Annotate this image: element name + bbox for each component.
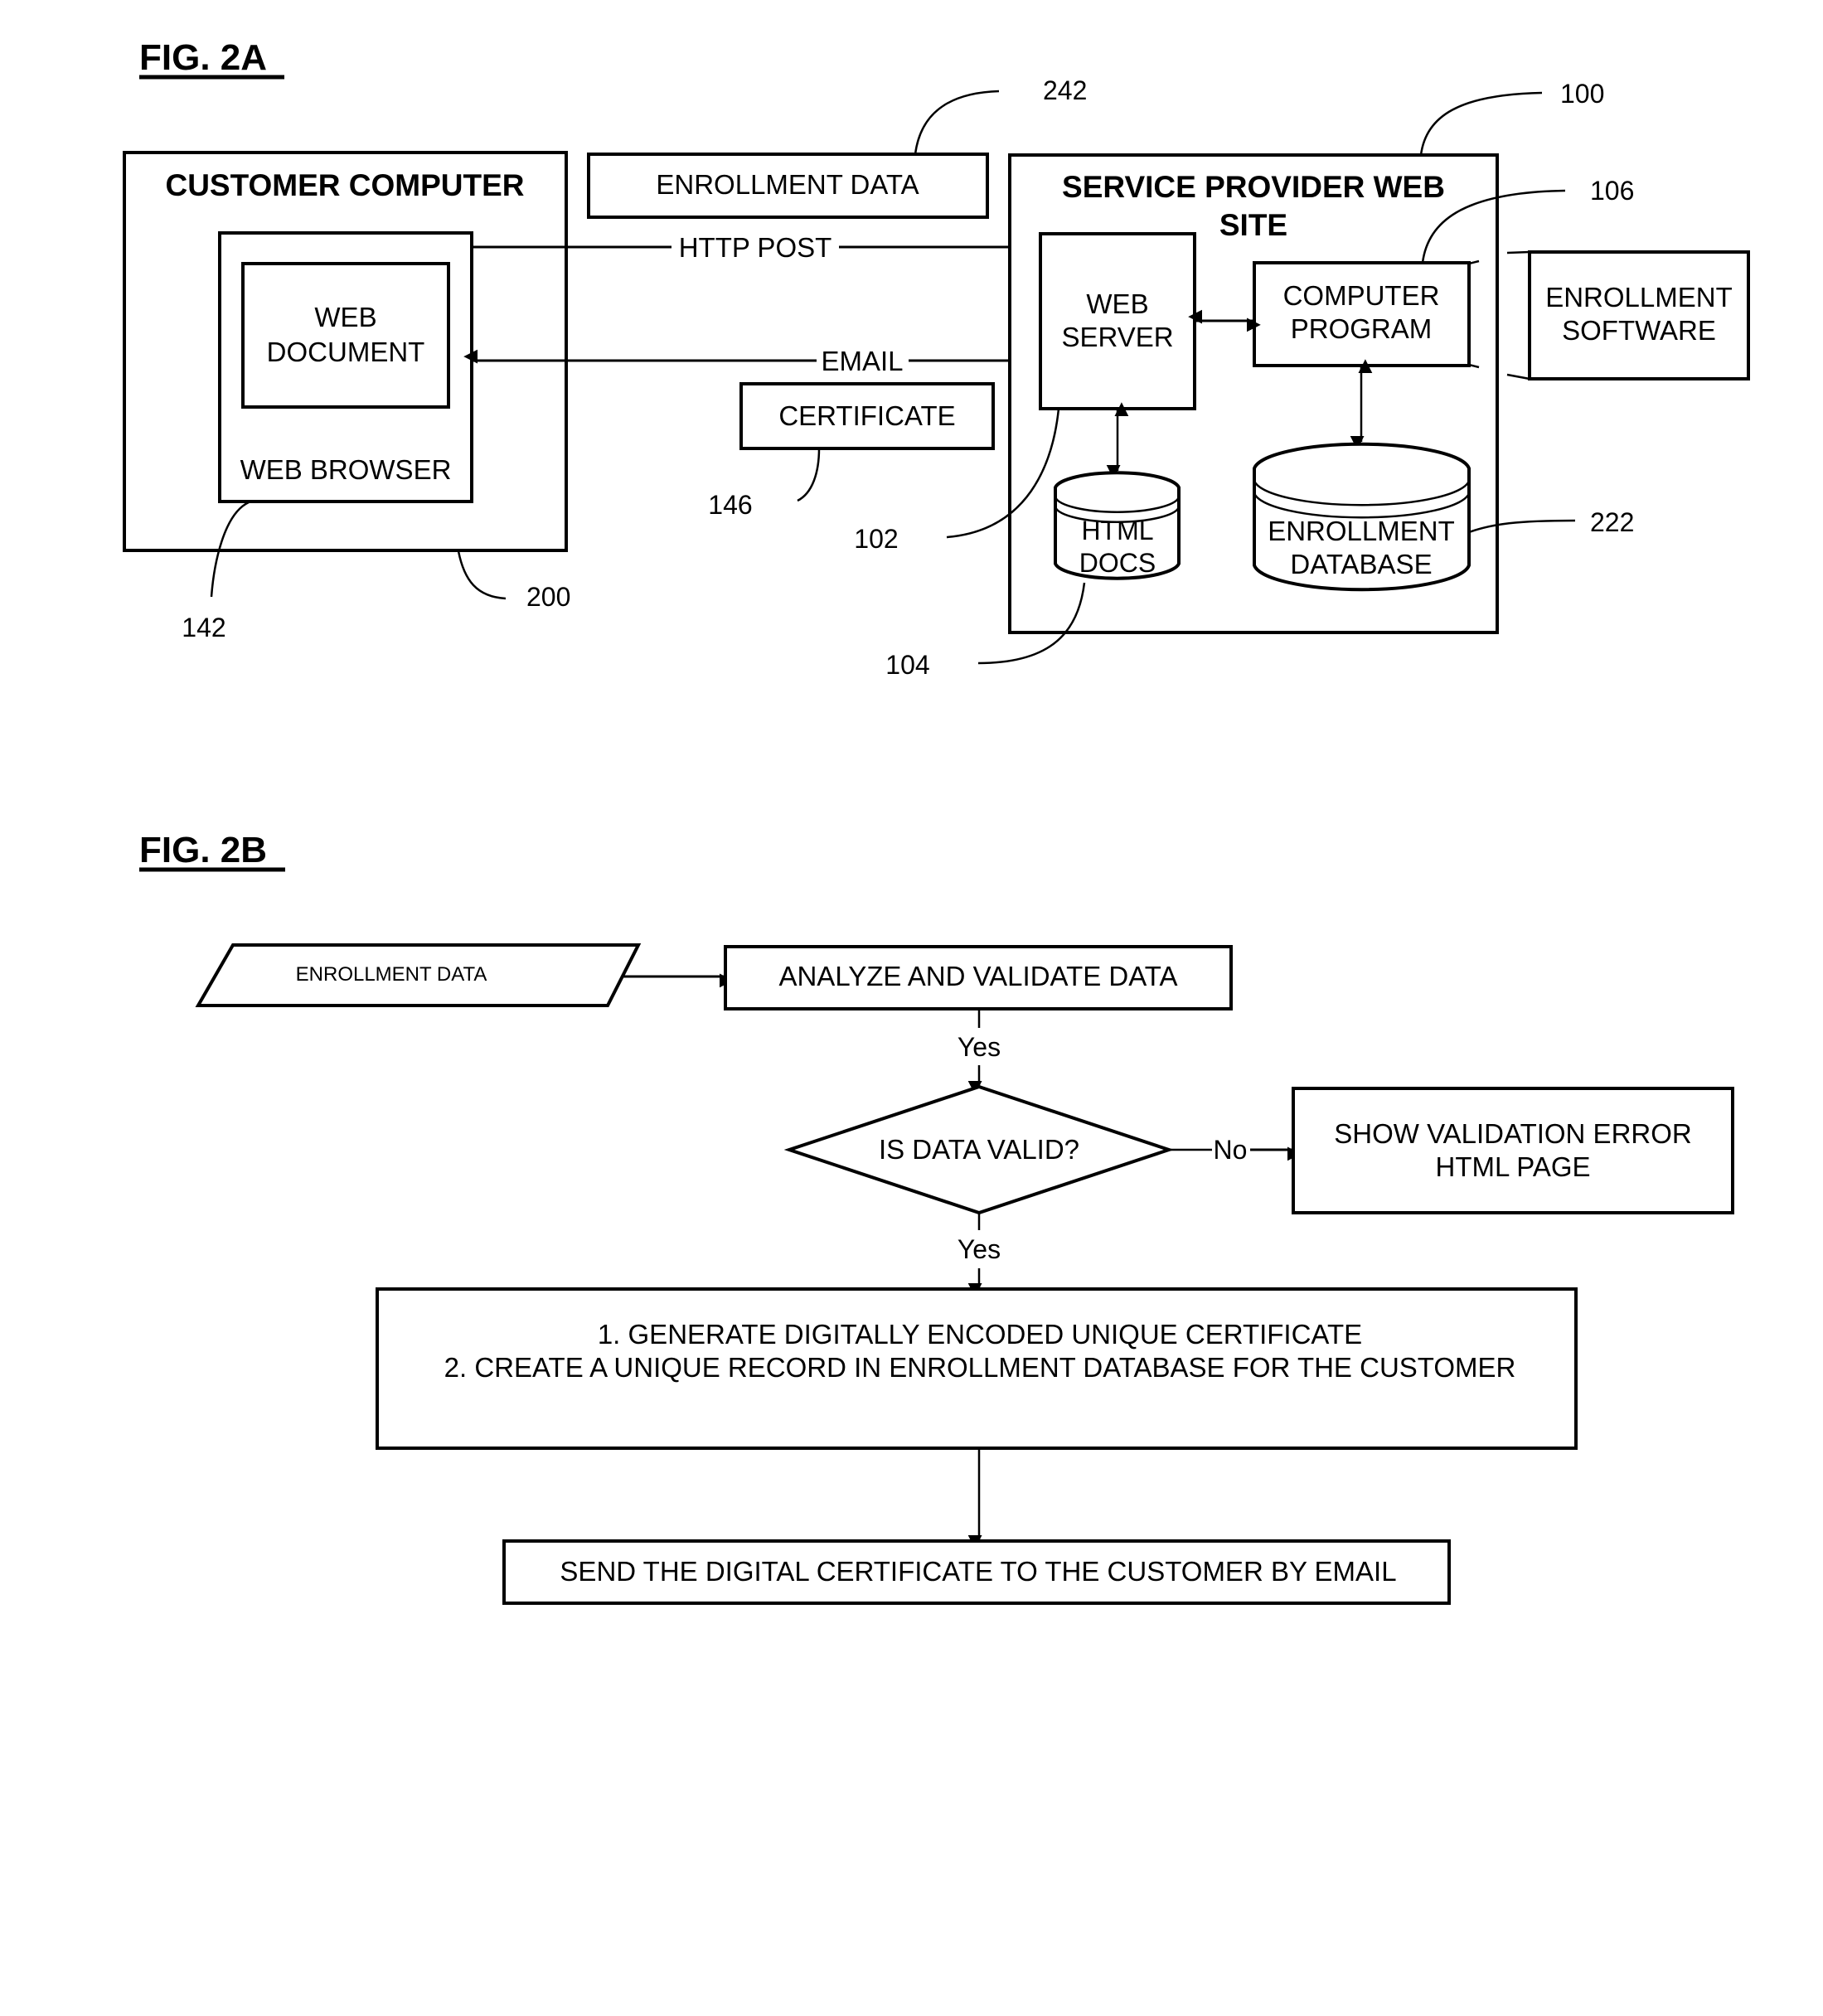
web-server-label-line1: WEB [1086, 288, 1148, 319]
ref-200: 200 [526, 582, 570, 612]
customer-computer-block: CUSTOMER COMPUTER WEB BROWSER WEB DOCUME… [123, 151, 568, 552]
certificate-label: CERTIFICATE [778, 400, 955, 431]
is-data-valid-label: IS DATA VALID? [879, 1134, 1079, 1165]
leader-100 [1419, 91, 1543, 156]
ref-100: 100 [1560, 79, 1604, 109]
service-provider-block: SERVICE PROVIDER WEB SITE WEB SERVER COM… [1008, 153, 1499, 634]
ref-146: 146 [708, 490, 752, 520]
validation-error-box [1292, 1087, 1734, 1214]
fig-2a: FIG. 2A CUSTOMER COMPUTER WEB BROWSER WE… [123, 37, 1750, 680]
validation-error-label-line2: HTML PAGE [1435, 1151, 1590, 1182]
analyze-validate-label: ANALYZE AND VALIDATE DATA [778, 961, 1177, 991]
send-certificate-label: SEND THE DIGITAL CERTIFICATE TO THE CUST… [560, 1556, 1396, 1587]
enrollment-data-input-label: ENROLLMENT DATA [296, 963, 487, 986]
enrollment-data-label: ENROLLMENT DATA [656, 169, 919, 200]
ref-106: 106 [1590, 176, 1634, 206]
fig-2a-title: FIG. 2A [139, 37, 267, 78]
yes-label-1: Yes [958, 1032, 1001, 1062]
web-document-box [241, 262, 450, 409]
service-provider-title-line2: SITE [1219, 208, 1287, 242]
web-browser-label: WEB BROWSER [240, 454, 452, 485]
computer-program-label-line1: COMPUTER [1283, 280, 1440, 311]
enrollment-software-label-line2: SOFTWARE [1562, 315, 1716, 346]
ref-242: 242 [1043, 75, 1087, 105]
no-label: No [1214, 1135, 1248, 1165]
enrollment-database-label-line1: ENROLLMENT [1268, 516, 1455, 546]
ref-222: 222 [1590, 507, 1634, 537]
computer-program-label-line2: PROGRAM [1291, 313, 1433, 344]
web-document-label-line2: DOCUMENT [267, 337, 425, 367]
html-docs-label-line1: HTML [1081, 516, 1153, 545]
fig-2b-title: FIG. 2B [139, 830, 267, 870]
enrollment-database-label-line2: DATABASE [1290, 549, 1432, 579]
validation-error-label-line1: SHOW VALIDATION ERROR [1334, 1118, 1691, 1149]
generate-step-2: 2. CREATE A UNIQUE RECORD IN ENROLLMENT … [444, 1352, 1516, 1383]
email-label: EMAIL [821, 346, 903, 376]
generate-step-1: 1. GENERATE DIGITALLY ENCODED UNIQUE CER… [598, 1319, 1362, 1350]
yes-label-2: Yes [958, 1234, 1001, 1264]
customer-computer-title: CUSTOMER COMPUTER [165, 168, 524, 202]
html-docs-label-line2: DOCS [1079, 548, 1156, 578]
ref-102: 102 [854, 524, 898, 554]
leader-146 [797, 448, 821, 502]
enrollment-software-block: ENROLLMENT SOFTWARE [1468, 250, 1750, 380]
leader-242 [914, 90, 1000, 155]
service-provider-title-line1: SERVICE PROVIDER WEB [1062, 170, 1445, 204]
http-post-label: HTTP POST [679, 232, 832, 263]
web-server-label-line2: SERVER [1061, 322, 1173, 352]
ref-104: 104 [885, 650, 929, 680]
web-document-label-line1: WEB [314, 302, 376, 332]
html-docs-cylinder: HTML DOCS [1054, 471, 1181, 580]
enrollment-database-cylinder: ENROLLMENT DATABASE [1253, 442, 1471, 592]
ref-142: 142 [182, 613, 225, 642]
leader-200 [457, 550, 507, 600]
patent-figure-sheet: FIG. 2A CUSTOMER COMPUTER WEB BROWSER WE… [123, 37, 1750, 1605]
fig-2b: FIG. 2B ENROLLMENT DATA ANALYZE AND VALI… [139, 830, 1734, 1605]
enrollment-software-label-line1: ENROLLMENT [1545, 282, 1733, 313]
